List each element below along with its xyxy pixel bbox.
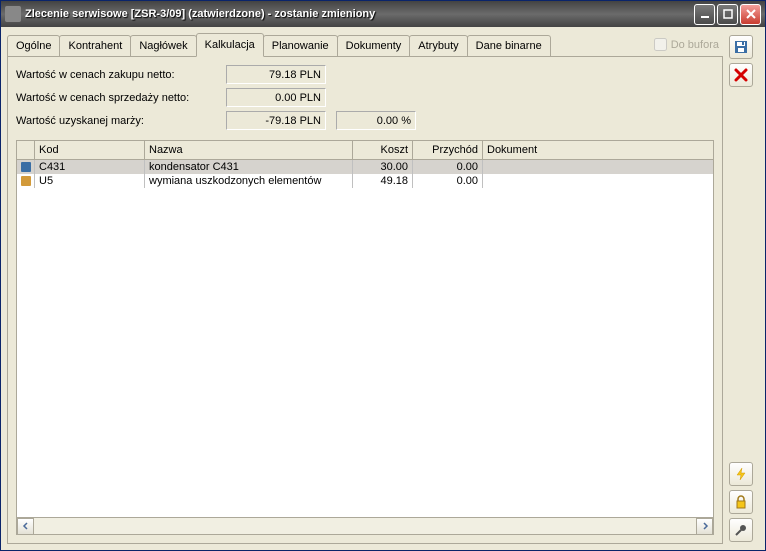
tab-dane-binarne[interactable]: Dane binarne xyxy=(467,35,551,56)
tab-ogolne[interactable]: Ogólne xyxy=(7,35,60,56)
margin-pct: 0.00 % xyxy=(336,111,416,130)
window-title: Zlecenie serwisowe [ZSR-3/09] (zatwierdz… xyxy=(25,8,694,20)
cell-koszt: 49.18 xyxy=(353,174,413,188)
action-sidebar xyxy=(729,33,759,544)
summary-purchase: Wartość w cenach zakupu netto: 79.18 PLN xyxy=(16,65,714,84)
kalkulacja-panel: Wartość w cenach zakupu netto: 79.18 PLN… xyxy=(7,57,723,544)
scroll-right-button[interactable] xyxy=(696,518,713,535)
cell-przychod: 0.00 xyxy=(413,160,483,174)
service-order-window: Zlecenie serwisowe [ZSR-3/09] (zatwierdz… xyxy=(0,0,766,551)
tab-kontrahent[interactable]: Kontrahent xyxy=(59,35,131,56)
app-icon xyxy=(5,6,21,22)
margin-label: Wartość uzyskanej marży: xyxy=(16,115,226,127)
pushpin-icon xyxy=(733,522,749,538)
summary-sale: Wartość w cenach sprzedaży netto: 0.00 P… xyxy=(16,88,714,107)
cell-nazwa: kondensator C431 xyxy=(145,160,353,174)
col-koszt[interactable]: Koszt xyxy=(353,141,413,159)
margin-value: -79.18 PLN xyxy=(226,111,326,130)
row-icon-cell xyxy=(17,174,35,188)
lock-icon xyxy=(733,494,749,510)
scroll-track[interactable] xyxy=(34,518,696,535)
cell-koszt: 30.00 xyxy=(353,160,413,174)
maximize-button[interactable] xyxy=(717,4,738,25)
tab-planowanie[interactable]: Planowanie xyxy=(263,35,338,56)
lock-button[interactable] xyxy=(729,490,753,514)
horizontal-scrollbar[interactable] xyxy=(17,517,713,534)
cell-nazwa: wymiana uszkodzonych elementów xyxy=(145,174,353,188)
titlebar[interactable]: Zlecenie serwisowe [ZSR-3/09] (zatwierdz… xyxy=(1,1,765,27)
col-icon[interactable] xyxy=(17,141,35,159)
scroll-left-button[interactable] xyxy=(17,518,34,535)
floppy-icon xyxy=(733,39,749,55)
col-nazwa[interactable]: Nazwa xyxy=(145,141,353,159)
tab-atrybuty[interactable]: Atrybuty xyxy=(409,35,467,56)
minimize-button[interactable] xyxy=(694,4,715,25)
summary-margin: Wartość uzyskanej marży: -79.18 PLN 0.00… xyxy=(16,111,714,130)
grid-header: Kod Nazwa Koszt Przychód Dokument xyxy=(17,141,713,160)
window-controls xyxy=(694,4,761,25)
content-area: Ogólne Kontrahent Nagłówek Kalkulacja Pl… xyxy=(1,27,765,550)
purchase-value: 79.18 PLN xyxy=(226,65,326,84)
cell-kod: U5 xyxy=(35,174,145,188)
cell-przychod: 0.00 xyxy=(413,174,483,188)
cell-dokument xyxy=(483,174,713,188)
buffer-label: Do bufora xyxy=(671,39,719,51)
cancel-button[interactable] xyxy=(729,63,753,87)
calculation-grid: Kod Nazwa Koszt Przychód Dokument C431ko… xyxy=(16,140,714,535)
cell-dokument xyxy=(483,160,713,174)
save-button[interactable] xyxy=(729,35,753,59)
x-icon xyxy=(733,67,749,83)
item-icon xyxy=(20,175,32,187)
tab-bar: Ogólne Kontrahent Nagłówek Kalkulacja Pl… xyxy=(7,33,723,57)
sale-label: Wartość w cenach sprzedaży netto: xyxy=(16,92,226,104)
col-przychod[interactable]: Przychód xyxy=(413,141,483,159)
close-button[interactable] xyxy=(740,4,761,25)
row-icon-cell xyxy=(17,160,35,174)
col-kod[interactable]: Kod xyxy=(35,141,145,159)
tab-naglowek[interactable]: Nagłówek xyxy=(130,35,196,56)
sale-value: 0.00 PLN xyxy=(226,88,326,107)
grid-body[interactable]: C431kondensator C43130.000.00U5wymiana u… xyxy=(17,160,713,517)
table-row[interactable]: U5wymiana uszkodzonych elementów49.180.0… xyxy=(17,174,713,188)
buffer-checkbox-wrap[interactable]: Do bufora xyxy=(654,38,723,51)
item-icon xyxy=(20,161,32,173)
table-row[interactable]: C431kondensator C43130.000.00 xyxy=(17,160,713,174)
main-panel: Ogólne Kontrahent Nagłówek Kalkulacja Pl… xyxy=(7,33,723,544)
tab-kalkulacja[interactable]: Kalkulacja xyxy=(196,33,264,57)
col-dokument[interactable]: Dokument xyxy=(483,141,713,159)
lightning-icon xyxy=(733,466,749,482)
cell-kod: C431 xyxy=(35,160,145,174)
tab-dokumenty[interactable]: Dokumenty xyxy=(337,35,411,56)
purchase-label: Wartość w cenach zakupu netto: xyxy=(16,69,226,81)
pin-button[interactable] xyxy=(729,518,753,542)
refresh-button[interactable] xyxy=(729,462,753,486)
buffer-checkbox[interactable] xyxy=(654,38,667,51)
